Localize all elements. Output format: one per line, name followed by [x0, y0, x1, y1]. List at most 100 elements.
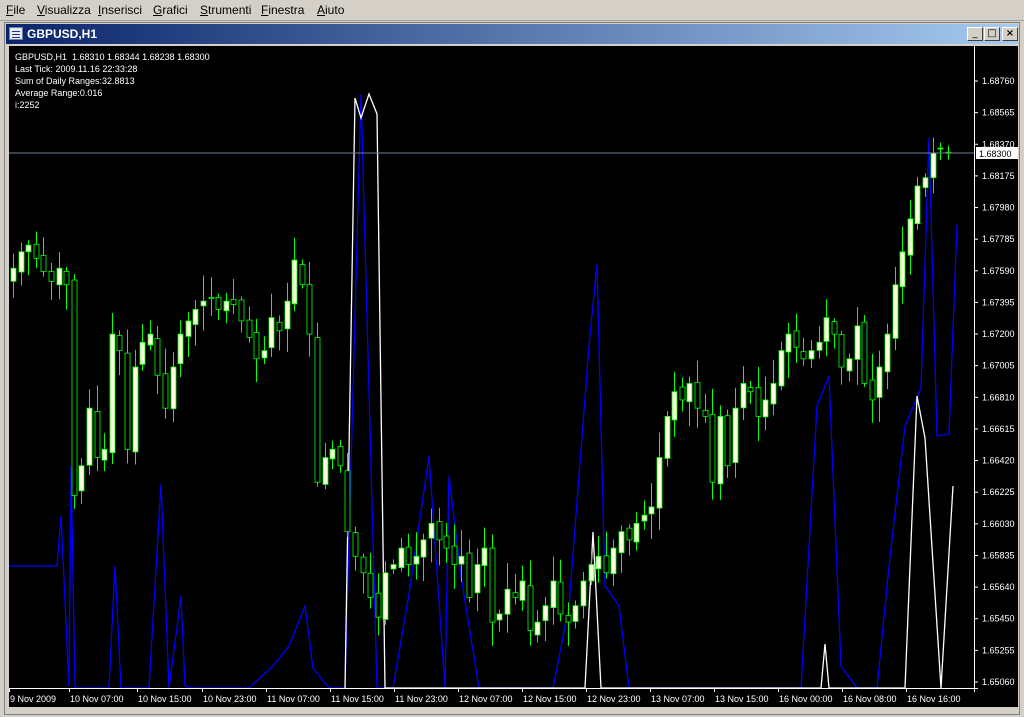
symbol-line: GBPUSD,H1 1.68310 1.68344 1.68238 1.6830…	[15, 52, 210, 62]
candle-body	[762, 399, 769, 418]
candle-body	[770, 383, 777, 405]
candle-body	[626, 527, 633, 541]
candle-body	[314, 337, 321, 483]
menu-aiuto[interactable]: Aiuto	[317, 3, 344, 17]
candle-body	[116, 335, 123, 351]
candle-body	[702, 409, 709, 417]
candle-body	[823, 317, 830, 342]
candle-body	[337, 446, 344, 467]
time-tick-label: 12 Nov 15:00	[523, 694, 577, 704]
candle-body	[208, 297, 215, 299]
candle-body	[694, 381, 701, 409]
candle-body	[40, 255, 47, 272]
price-chart[interactable]: 1.687601.685651.683701.681751.679801.677…	[9, 46, 1018, 707]
time-tick-label: 10 Nov 07:00	[70, 694, 124, 704]
price-tick-label: 1.67590	[982, 266, 1015, 276]
candle-body	[56, 267, 63, 286]
candle-body	[930, 152, 937, 179]
candle-body	[458, 555, 465, 565]
candle-body	[717, 415, 724, 485]
menu-strumenti[interactable]: Strumenti	[200, 3, 251, 17]
candle-body	[816, 341, 823, 351]
candle-body	[261, 350, 268, 359]
candle-body	[641, 514, 648, 522]
menu-grafici[interactable]: Grafici	[153, 3, 188, 17]
candle-body	[124, 352, 131, 450]
candle-body	[25, 244, 32, 253]
candle-body	[154, 338, 161, 376]
candle-body	[512, 592, 519, 598]
candle-body	[633, 522, 640, 543]
candle-body	[778, 350, 785, 387]
price-tick-label: 1.67395	[982, 297, 1015, 307]
close-button[interactable]: ×	[1002, 27, 1018, 41]
window-titlebar[interactable]: GBPUSD,H1 _ □ ×	[6, 24, 1018, 44]
price-tick-label: 1.65255	[982, 645, 1015, 655]
time-tick-label: 11 Nov 23:00	[395, 694, 448, 704]
candle-body	[588, 564, 595, 582]
candle-body	[937, 147, 944, 150]
candle-body	[740, 383, 747, 409]
candle-body	[238, 299, 245, 322]
candle-body	[306, 283, 313, 335]
candle-body	[892, 284, 899, 339]
candle-body	[436, 521, 443, 541]
candle-body	[565, 615, 572, 623]
candle-body	[793, 330, 800, 348]
menu-inserisci[interactable]: Inserisci	[98, 3, 142, 17]
price-tick-label: 1.66810	[982, 392, 1015, 402]
candle-body	[709, 413, 716, 483]
candle-body	[451, 545, 458, 565]
time-tick-label: 11 Nov 07:00	[267, 694, 320, 704]
candle-body	[276, 321, 283, 332]
menu-visualizza[interactable]: Visualizza	[37, 3, 91, 17]
bar-index: i:2252	[15, 100, 40, 110]
candle-body	[481, 547, 488, 567]
candle-body	[428, 522, 435, 539]
candle-body	[246, 319, 253, 338]
candle-body	[861, 321, 868, 384]
price-tick-label: 1.65835	[982, 550, 1015, 560]
menu-file[interactable]: File	[6, 3, 25, 17]
chart-window-icon	[9, 27, 23, 40]
menu-bar: File Visualizza Inserisci Grafici Strume…	[0, 0, 1024, 21]
candle-body	[869, 379, 876, 401]
candle-body	[519, 580, 526, 601]
price-tick-label: 1.68760	[982, 76, 1015, 86]
average-range: Average Range:0.016	[15, 88, 103, 98]
candle-body	[580, 580, 587, 607]
candle-body	[550, 580, 557, 609]
candle-body	[846, 358, 853, 372]
candle-body	[534, 621, 541, 636]
candle-body	[899, 251, 906, 288]
candle-body	[170, 366, 177, 410]
time-tick-label: 16 Nov 00:00	[779, 694, 833, 704]
candle-body	[344, 470, 351, 533]
price-tick-label: 1.67005	[982, 361, 1015, 371]
candle-body	[603, 555, 610, 574]
candle-body	[884, 333, 891, 373]
price-tick-label: 1.65060	[982, 677, 1015, 687]
candle-body	[504, 588, 511, 615]
maximize-button[interactable]: □	[984, 27, 1000, 41]
candle-body	[101, 448, 108, 461]
candle-body	[162, 373, 169, 409]
candle-body	[785, 333, 792, 353]
candle-body	[838, 334, 845, 368]
price-tick-label: 1.66030	[982, 519, 1015, 529]
candle-body	[443, 535, 450, 549]
candle-body	[78, 465, 85, 492]
info-panel: GBPUSD,H1 1.68310 1.68344 1.68238 1.6830…	[15, 51, 210, 111]
candle-body	[671, 391, 678, 421]
price-tick-label: 1.65450	[982, 614, 1015, 624]
candle-body	[63, 271, 70, 286]
candle-body	[922, 177, 929, 189]
candle-body	[253, 332, 260, 360]
price-tick-label: 1.65640	[982, 582, 1015, 592]
minimize-button[interactable]: _	[967, 27, 983, 41]
time-tick-label: 16 Nov 08:00	[843, 694, 897, 704]
current-price-label: 1.68300	[979, 149, 1012, 159]
candle-body	[755, 387, 762, 417]
indicator-line-white	[344, 92, 954, 689]
menu-finestra[interactable]: Finestra	[261, 3, 304, 17]
